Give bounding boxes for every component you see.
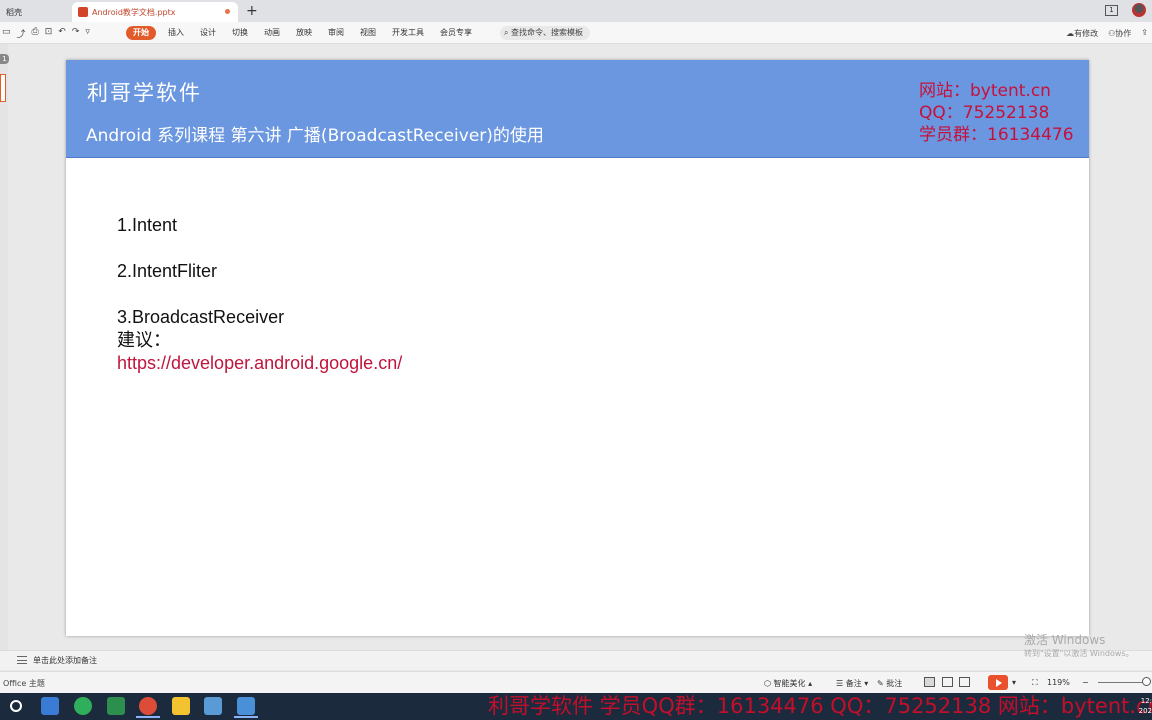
beautify-icon: ⬡ [764, 679, 774, 688]
notes-icon [17, 656, 27, 664]
contact-group: 学员群：16134476 [919, 125, 1074, 145]
avatar[interactable] [1132, 3, 1146, 17]
zoom-out-button[interactable]: − [1082, 678, 1089, 687]
ribbon-toolbar: ▭ ⤴ ⎙ ⊡ ↶ ↷ ▿ 开始 插入 设计 切换 动画 放映 审阅 视图 开发… [0, 22, 1152, 44]
app-notes-icon[interactable] [172, 697, 190, 715]
app-wechat-icon[interactable] [74, 697, 92, 715]
normal-view-icon[interactable] [924, 677, 935, 687]
tab-insert[interactable]: 插入 [160, 26, 192, 40]
window-count-icon[interactable]: 1 [1105, 4, 1118, 16]
print-icon[interactable]: ⎙ [32, 27, 39, 40]
search-placeholder: 查找命令、搜索模板 [511, 28, 584, 37]
quick-access: ▭ ⤴ ⎙ ⊡ ↶ ↷ ▿ [2, 27, 90, 40]
notes-toggle-button[interactable]: ☰ 备注 ▾ [836, 678, 868, 689]
redo-icon[interactable]: ↷ [72, 27, 80, 40]
play-options-icon[interactable]: ▾ [1012, 678, 1016, 687]
sorter-view-icon[interactable] [942, 677, 953, 687]
tab-member[interactable]: 会员专享 [432, 26, 480, 40]
changes-button[interactable]: ☁有修改 [1066, 28, 1098, 39]
tab-developer[interactable]: 开发工具 [384, 26, 432, 40]
tab-document[interactable]: Android教学文档.pptx [72, 2, 238, 22]
menu-tabs: 开始 插入 设计 切换 动画 放映 审阅 视图 开发工具 会员专享 [126, 26, 480, 40]
notes-list-icon: ☰ [836, 679, 846, 688]
tab-design[interactable]: 设计 [192, 26, 224, 40]
reference-link[interactable]: https://developer.android.google.cn/ [117, 352, 402, 375]
ppt-file-icon [78, 7, 88, 17]
ppt-window: 稻壳 Android教学文档.pptx + 1 ▭ ⤴ ⎙ ⊡ ↶ ↷ ▿ 开始… [0, 0, 1152, 720]
status-bar: Office 主题 ⬡ 智能美化 ▴ ☰ 备注 ▾ ✎ 批注 ▾ ⛶ 119% … [0, 671, 1152, 693]
tab-label: 稻壳 [6, 7, 22, 17]
list-item: 2.IntentFliter [117, 261, 218, 281]
cloud-icon: ☁ [1066, 29, 1075, 38]
notes-placeholder: 单击此处添加备注 [33, 656, 97, 665]
window-controls: 1 [1105, 3, 1146, 17]
command-search[interactable]: ⌕ 查找命令、搜索模板 [500, 26, 590, 40]
taskbar: 利哥学软件 学员QQ群：16134476 QQ：75252138 网站：byte… [0, 693, 1152, 720]
system-clock[interactable]: 12: 202 [1136, 696, 1152, 716]
scrolling-ticker: 利哥学软件 学员QQ群：16134476 QQ：75252138 网站：byte… [488, 694, 1152, 718]
zoom-slider-handle[interactable] [1142, 677, 1151, 686]
comment-icon: ✎ [877, 679, 887, 688]
tab-label: Android教学文档.pptx [92, 7, 176, 17]
fit-window-icon[interactable]: ⛶ [1032, 678, 1038, 688]
suggestion-label: 建议： [117, 330, 171, 350]
theme-label: Office 主题 [3, 679, 45, 688]
contact-qq: QQ：75252138 [919, 103, 1050, 123]
slide-thumbnail[interactable] [0, 74, 6, 102]
app-wps-icon[interactable] [234, 697, 258, 718]
more-icon[interactable]: ▿ [85, 27, 90, 40]
tab-view[interactable]: 视图 [352, 26, 384, 40]
slide-content[interactable]: 1.Intent 2.IntentFliter 3.BroadcastRecei… [117, 214, 402, 375]
slide-contact-info[interactable]: 网站：bytent.cn QQ：75252138 学员群：16134476 [919, 80, 1074, 146]
unsaved-dot-icon [225, 9, 230, 14]
new-tab-button[interactable]: + [246, 3, 258, 19]
slide-brand[interactable]: 利哥学软件 [87, 77, 202, 107]
zoom-level[interactable]: 119% [1047, 678, 1070, 687]
save-icon[interactable]: ▭ [2, 27, 11, 40]
slide-course-title[interactable]: Android 系列课程 第六讲 广播(BroadcastReceiver)的使… [86, 121, 544, 146]
tab-bar: 稻壳 Android教学文档.pptx + 1 [0, 0, 1152, 22]
slide-thumbnail-panel [0, 44, 8, 650]
slide-canvas[interactable]: 利哥学软件 Android 系列课程 第六讲 广播(BroadcastRecei… [66, 60, 1089, 636]
app-chrome-icon[interactable] [136, 697, 160, 718]
slide-header: 利哥学软件 Android 系列课程 第六讲 广播(BroadcastRecei… [66, 60, 1089, 158]
slide-number-badge: 1 [0, 54, 9, 64]
comments-button[interactable]: ✎ 批注 [877, 678, 902, 689]
contact-website: 网站：bytent.cn [919, 81, 1051, 101]
app-ide-icon[interactable] [107, 697, 125, 715]
search-icon: ⌕ [504, 28, 509, 37]
tab-animation[interactable]: 动画 [256, 26, 288, 40]
beautify-button[interactable]: ⬡ 智能美化 ▴ [764, 678, 812, 689]
export-icon[interactable]: ⤴ [17, 27, 26, 40]
list-item: 3.BroadcastReceiver [117, 307, 285, 327]
app-browser-icon[interactable] [41, 697, 59, 715]
play-slideshow-icon[interactable] [988, 675, 1008, 690]
preview-icon[interactable]: ⊡ [45, 27, 53, 40]
zoom-slider[interactable] [1098, 682, 1144, 683]
tab-home[interactable]: 开始 [126, 26, 156, 40]
notes-pane[interactable]: 单击此处添加备注 [0, 650, 1152, 670]
undo-icon[interactable]: ↶ [58, 27, 66, 40]
tab-docer[interactable]: 稻壳 [0, 2, 68, 22]
activation-watermark-title: 激活 Windows [1024, 633, 1106, 647]
tab-review[interactable]: 审阅 [320, 26, 352, 40]
reading-view-icon[interactable] [959, 677, 970, 687]
list-item: 1.Intent [117, 215, 178, 235]
collaborate-button[interactable]: ⚇协作 [1108, 28, 1131, 39]
tab-transition[interactable]: 切换 [224, 26, 256, 40]
share-icon[interactable]: ⇪ [1141, 28, 1148, 39]
app-explorer-icon[interactable] [204, 697, 222, 715]
activation-watermark-subtitle: 转到"设置"以激活 Windows。 [1024, 649, 1134, 658]
tab-slideshow[interactable]: 放映 [288, 26, 320, 40]
toolbar-right: ☁有修改 ⚇协作 ⇪ [1066, 28, 1148, 39]
start-icon[interactable] [10, 700, 22, 712]
